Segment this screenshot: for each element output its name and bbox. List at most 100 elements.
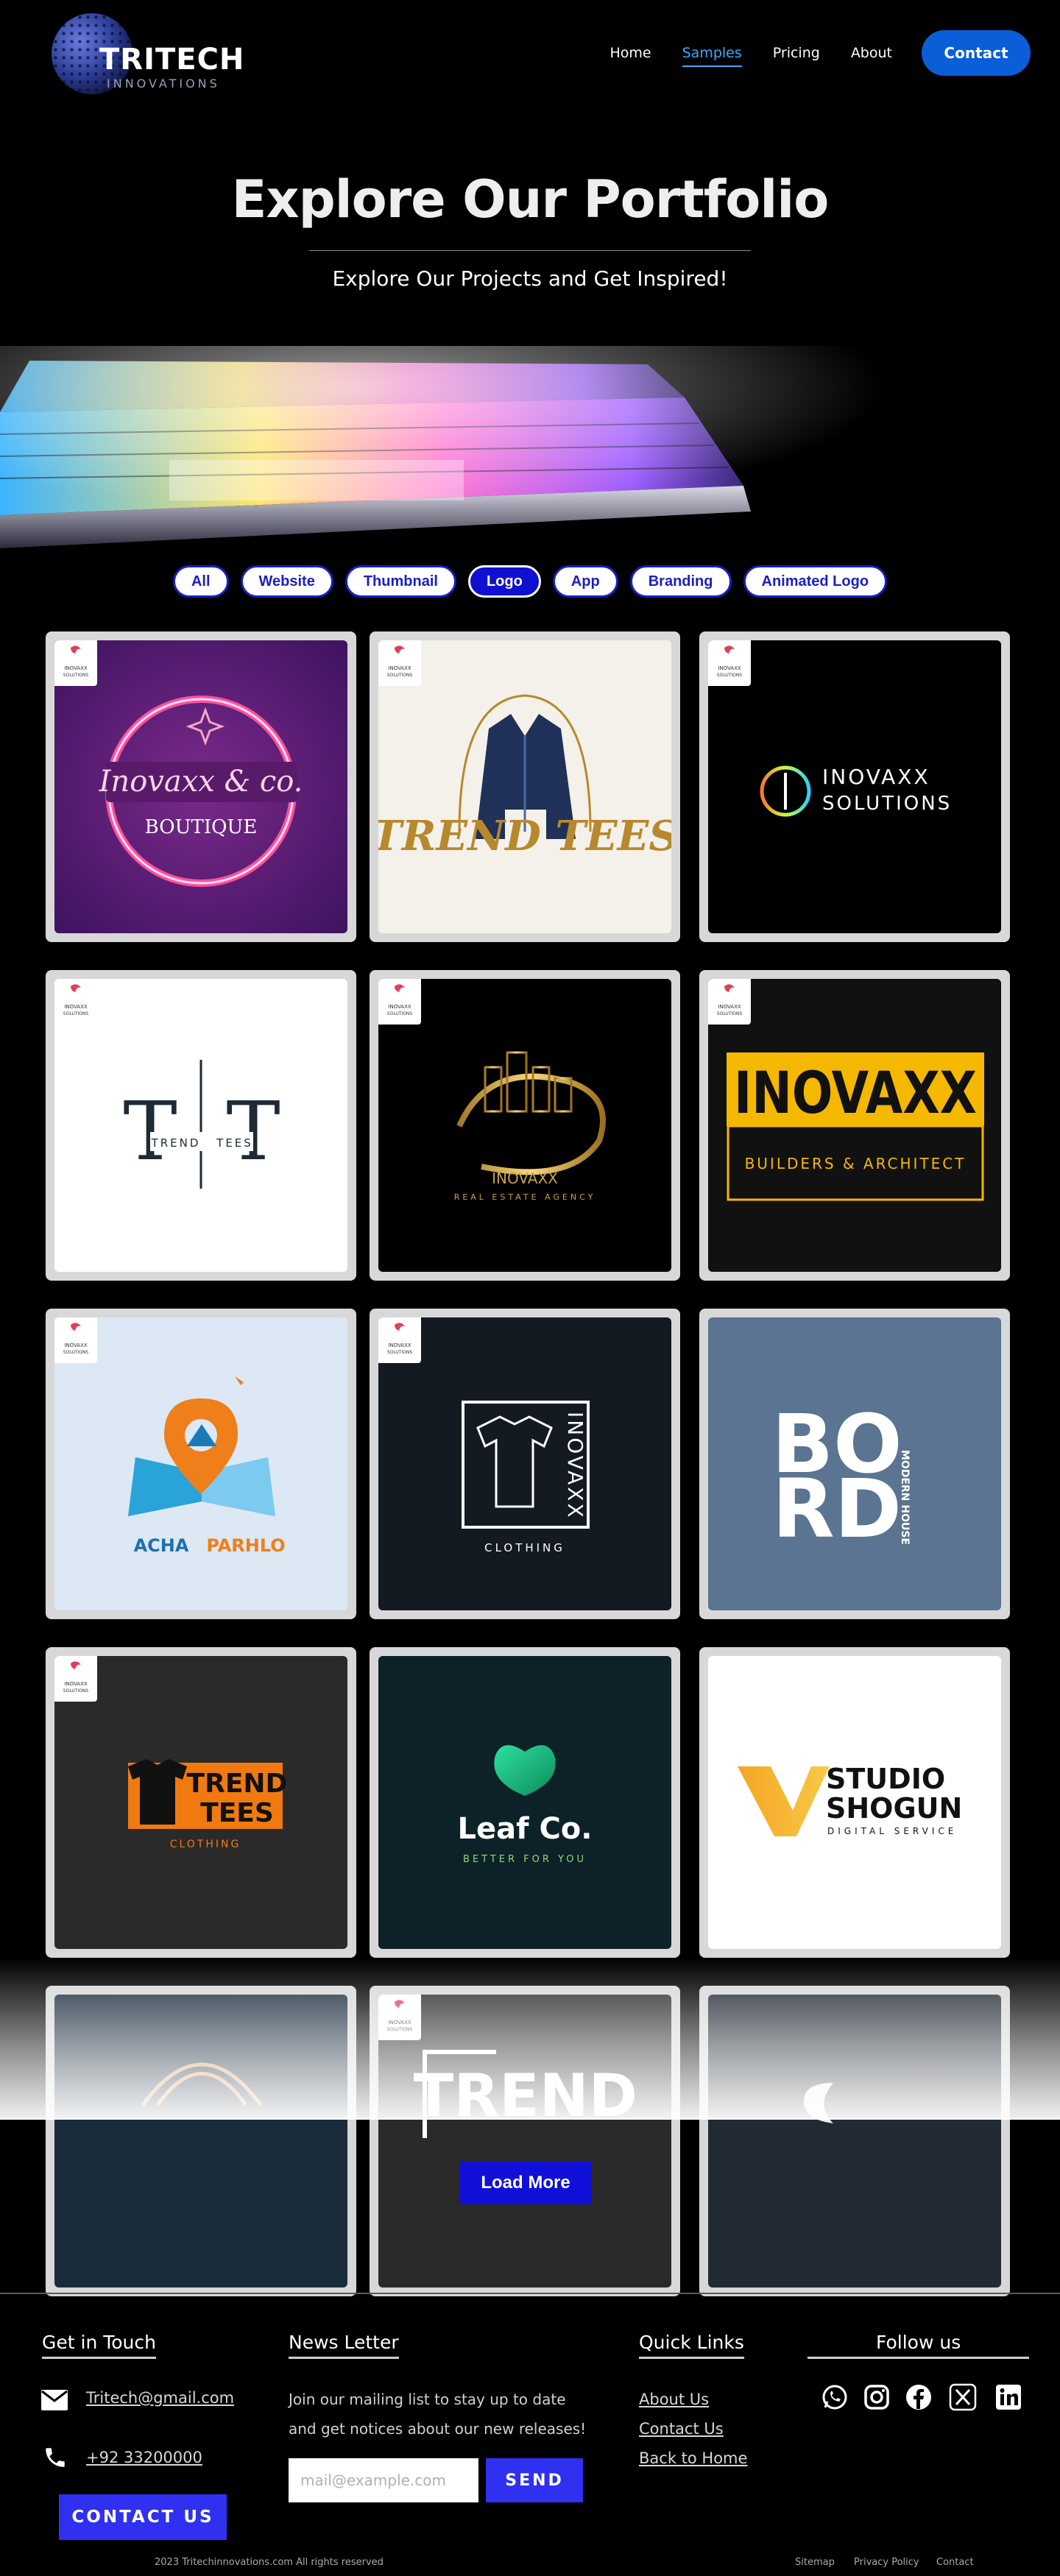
contact-us-link[interactable]: Contact Us [639,2420,724,2438]
facebook-icon[interactable] [903,2382,934,2413]
x-icon[interactable] [947,2382,978,2413]
portfolio-card[interactable]: INOVAXX CLOTHING INOVAXX SOLUTIONS [370,1309,680,1619]
filter-branding[interactable]: Branding [629,565,732,598]
svg-text:SOLUTIONS: SOLUTIONS [387,673,413,678]
svg-text:SOLUTIONS: SOLUTIONS [63,673,89,678]
svg-text:SOLUTIONS: SOLUTIONS [717,673,743,678]
card-word: INOVAXX [492,1170,558,1187]
phone-link[interactable]: +92 33200000 [86,2449,202,2466]
nav-pricing[interactable]: Pricing [773,45,820,61]
brand-subtitle: INNOVATIONS [107,77,220,91]
filter-animated-logo[interactable]: Animated Logo [743,565,888,598]
inovaxx-watermark-icon: INOVAXXSOLUTIONS [54,1656,97,1702]
filter-app[interactable]: App [552,565,618,598]
card-word: INOVAXX [563,1412,587,1520]
filter-thumbnail[interactable]: Thumbnail [344,565,456,598]
svg-text:INOVAXX: INOVAXX [388,665,411,671]
brand-name: TRITECH [99,43,245,77]
portfolio-card[interactable]: BO RD MODERN HOUSE [699,1309,1010,1619]
svg-text:INOVAXX: INOVAXX [64,1681,88,1687]
filter-all[interactable]: All [172,565,229,598]
quick-links-heading: Quick Links [639,2332,744,2359]
card-word: CLOTHING [484,1541,565,1554]
back-to-home-link[interactable]: Back to Home [639,2449,747,2467]
inovaxx-watermark-icon: INOVAXXSOLUTIONS [378,1317,421,1363]
main-nav: Home Samples Pricing About Contact [579,30,1031,76]
newsletter-email-input[interactable] [289,2458,478,2502]
card-word: TREND TEES [378,812,671,860]
copyright-text: 2023 Tritechinnovations.com All rights r… [155,2557,384,2568]
card-word: PARHLO [206,1535,285,1556]
get-in-touch-heading: Get in Touch [42,2332,156,2359]
whatsapp-icon[interactable] [819,2382,850,2413]
newsletter-text: and get notices about our new releases! [289,2420,587,2438]
studio-shogun-logo: STUDIO SHOGUN DIGITAL SERVICE [708,1656,1001,1949]
instagram-icon[interactable] [861,2382,892,2413]
linkedin-icon[interactable] [993,2382,1024,2413]
filter-logo[interactable]: Logo [467,565,541,598]
privacy-policy-link[interactable]: Privacy Policy [854,2557,919,2568]
portfolio-card[interactable]: T T TREND TEES INOVAXX SOLUTIONS [46,970,356,1281]
inovaxx-solutions-logo: INOVAXX SOLUTIONS [708,640,1001,933]
card-word: TREND [151,1136,201,1150]
portfolio-card[interactable]: STUDIO SHOGUN DIGITAL SERVICE [699,1647,1010,1958]
svg-text:SOLUTIONS: SOLUTIONS [63,1011,89,1016]
svg-text:INOVAXX: INOVAXX [388,1004,411,1010]
filter-website[interactable]: Website [240,565,333,598]
inovaxx-boutique-logo: Inovaxx & co. BOUTIQUE [54,640,347,933]
card-word: BETTER FOR YOU [463,1854,587,1865]
site-header: TRITECH INNOVATIONS Home Samples Pricing… [0,0,1060,103]
card-word: Leaf Co. [458,1812,593,1846]
svg-text:SOLUTIONS: SOLUTIONS [387,1011,413,1016]
nav-home[interactable]: Home [610,45,651,61]
phone-icon [46,2448,65,2467]
card-word: TREND [187,1769,288,1799]
card-word: RD [772,1462,902,1556]
newsletter-heading: News Letter [289,2332,399,2359]
nav-about[interactable]: About [851,45,892,61]
portfolio-card[interactable]: TREND TEES INOVAXX SOLUTIONS [370,631,680,942]
portfolio-card[interactable]: TREND TEES CLOTHING INOVAXX SOLUTIONS [46,1647,356,1958]
category-filters: All Website Thumbnail Logo App Branding … [0,565,1060,598]
card-word: SHOGUN [826,1792,962,1825]
contact-us-button[interactable]: CONTACT US [59,2494,227,2540]
mail-icon [41,2390,68,2410]
board-modern-house-logo: BO RD MODERN HOUSE [708,1317,1001,1610]
portfolio-card[interactable]: INOVAXX SOLUTIONS INOVAXX SOLUTIONS [699,631,1010,942]
email-link[interactable]: Tritech@gmail.com [86,2389,234,2407]
acha-parhlo-logo: ACHA PARHLO [54,1317,347,1610]
card-word: INOVAXX [734,1061,977,1127]
svg-text:INOVAXX: INOVAXX [64,665,88,671]
card-word: BOUTIQUE [145,816,258,838]
portfolio-card[interactable]: INOVAXX REAL ESTATE AGENCY INOVAXX SOLUTI… [370,970,680,1281]
follow-us-heading: Follow us [807,2332,1030,2359]
inovaxx-watermark-icon: INOVAXXSOLUTIONS [708,979,751,1025]
send-button[interactable]: SEND [486,2458,583,2502]
portfolio-card[interactable]: INOVAXX BUILDERS & ARCHITECT INOVAXX SOLU… [699,970,1010,1281]
nav-samples[interactable]: Samples [682,45,742,67]
brand-logo[interactable]: TRITECH INNOVATIONS [52,13,244,94]
inovaxx-watermark-icon: INOVAXXSOLUTIONS [54,979,97,1025]
portfolio-card[interactable]: Inovaxx & co. BOUTIQUE INOVAXX SOLUTIONS [46,631,356,942]
tt-trend-tees-logo: T T TREND TEES [54,979,347,1272]
svg-text:INOVAXX: INOVAXX [388,1342,411,1348]
card-word: INOVAXX [822,765,930,789]
load-more-button[interactable]: Load More [459,2162,592,2204]
contact-button[interactable]: Contact [922,30,1031,76]
portfolio-card[interactable]: ACHA PARHLO INOVAXX SOLUTIONS [46,1309,356,1619]
sitemap-link[interactable]: Sitemap [795,2557,835,2568]
page-subtitle: Explore Our Projects and Get Inspired! [332,266,728,291]
svg-text:T: T [123,1084,177,1178]
card-word: TEES [200,1798,274,1828]
card-word: ACHA [134,1535,189,1556]
trend-tees-logo: TREND TEES [378,640,671,933]
title-divider [309,250,751,251]
portfolio-card[interactable]: Leaf Co. BETTER FOR YOU [370,1647,680,1958]
inovaxx-real-estate-logo: INOVAXX REAL ESTATE AGENCY [378,979,671,1272]
about-us-link[interactable]: About Us [639,2391,709,2408]
svg-text:INOVAXX: INOVAXX [64,1342,88,1348]
grid-fade-edge [0,2118,1060,2120]
card-word: DIGITAL SERVICE [827,1826,957,1836]
inovaxx-clothing-logo: INOVAXX CLOTHING [378,1317,671,1610]
contact-bottom-link[interactable]: Contact [936,2557,974,2568]
